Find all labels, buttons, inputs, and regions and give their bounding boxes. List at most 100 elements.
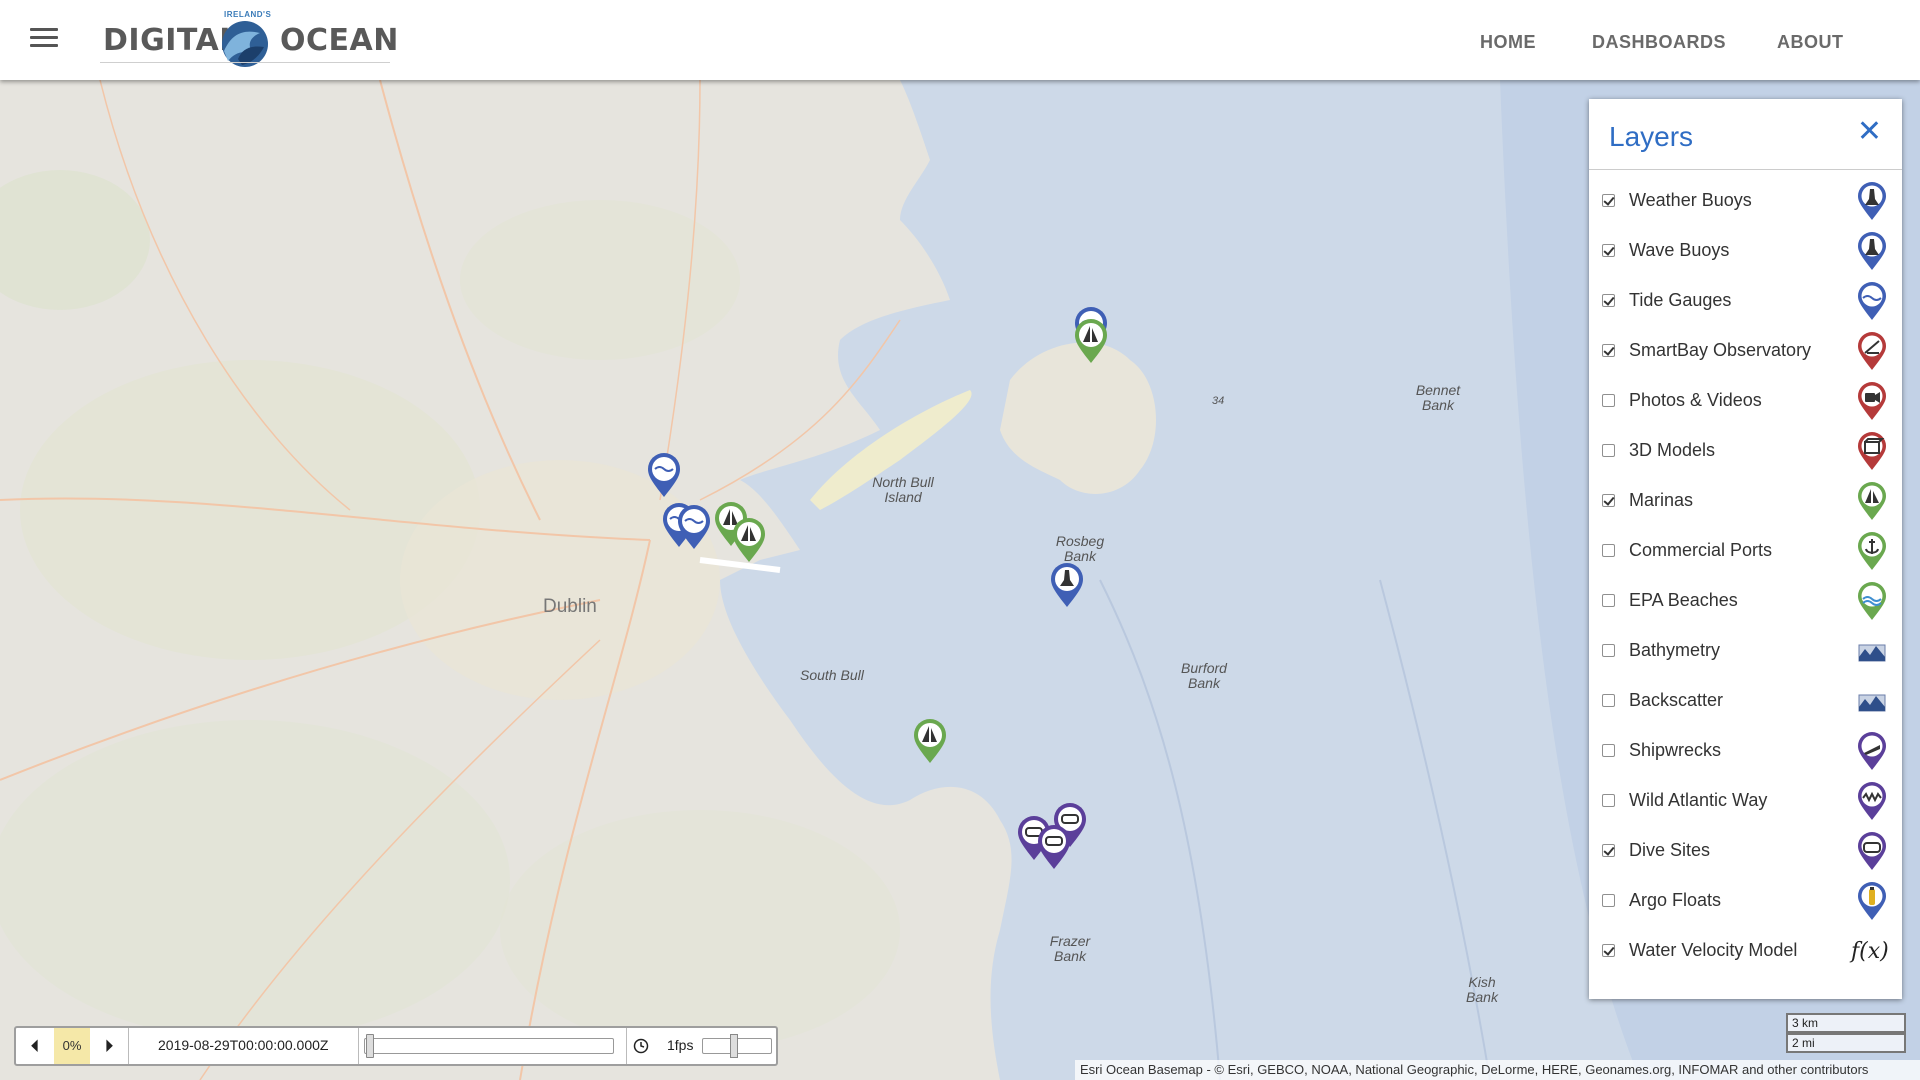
- layer-row[interactable]: SmartBay Observatory: [1589, 327, 1902, 377]
- layer-label: Commercial Ports: [1629, 540, 1773, 560]
- layer-row[interactable]: Weather Buoys: [1589, 177, 1902, 227]
- layer-checkbox[interactable]: [1602, 544, 1615, 557]
- layers-panel-divider: [1589, 169, 1902, 170]
- layers-panel: Layers ✕ Weather Buoys Wave Buoys Tide Gau…: [1589, 99, 1902, 999]
- layer-label: Marinas: [1629, 490, 1694, 510]
- buoy-marker[interactable]: [1049, 562, 1085, 608]
- map-label-kish-bank: Kish Bank: [1466, 974, 1498, 1005]
- map-label-north-bull-island: North Bull Island: [872, 474, 934, 505]
- layer-checkbox[interactable]: [1602, 944, 1615, 957]
- logo-small-text: IRELAND'S: [224, 10, 272, 19]
- timebar-divider: [626, 1028, 627, 1064]
- layer-row[interactable]: Wave Buoys: [1589, 227, 1902, 277]
- timebar-divider: [128, 1028, 129, 1064]
- layer-row[interactable]: Photos & Videos: [1589, 377, 1902, 427]
- clock-icon: [633, 1038, 649, 1054]
- tide-gauge-marker[interactable]: [646, 452, 682, 498]
- map-label-depth: 34: [1212, 395, 1225, 407]
- buoy-icon: [1857, 181, 1887, 221]
- marina-marker[interactable]: [912, 718, 948, 764]
- 3d-model-icon: [1857, 431, 1887, 471]
- digital-ocean-logo[interactable]: IRELAND'S DIGITAL OCEAN: [100, 8, 398, 70]
- layer-row[interactable]: 3D Models: [1589, 427, 1902, 477]
- layer-label: Weather Buoys: [1629, 190, 1752, 210]
- layer-checkbox[interactable]: [1602, 894, 1615, 907]
- layer-checkbox[interactable]: [1602, 794, 1615, 807]
- nav-home[interactable]: HOME: [1480, 32, 1536, 53]
- marina-marker[interactable]: [1073, 318, 1109, 364]
- fps-slider-handle[interactable]: [730, 1034, 738, 1058]
- logo-left-text: DIGITAL: [103, 23, 239, 58]
- scale-km: 3 km: [1786, 1013, 1906, 1033]
- layer-row[interactable]: Wild Atlantic Way: [1589, 777, 1902, 827]
- layer-row[interactable]: Marinas: [1589, 477, 1902, 527]
- current-datetime: 2019-08-29T00:00:00.000Z: [158, 1037, 329, 1053]
- layer-label: Wild Atlantic Way: [1629, 790, 1768, 810]
- layer-label: Wave Buoys: [1629, 240, 1730, 260]
- nav-about[interactable]: ABOUT: [1777, 32, 1844, 53]
- layer-checkbox[interactable]: [1602, 494, 1615, 507]
- layer-row[interactable]: Shipwrecks: [1589, 727, 1902, 777]
- layer-checkbox[interactable]: [1602, 744, 1615, 757]
- tide-gauge-marker[interactable]: [676, 504, 712, 550]
- layer-checkbox[interactable]: [1602, 294, 1615, 307]
- fps-value: 1fps: [667, 1037, 694, 1053]
- layer-label: Dive Sites: [1629, 840, 1711, 860]
- backscatter-icon: [1857, 681, 1887, 721]
- argo-float-icon: [1857, 881, 1887, 921]
- layer-row[interactable]: Dive Sites: [1589, 827, 1902, 877]
- close-icon[interactable]: ✕: [1857, 117, 1882, 147]
- layer-checkbox[interactable]: [1602, 194, 1615, 207]
- layer-row[interactable]: Argo Floats: [1589, 877, 1902, 927]
- map-label-burford-bank: Burford Bank: [1181, 660, 1227, 691]
- layer-checkbox[interactable]: [1602, 594, 1615, 607]
- layer-row[interactable]: Water Velocity Model f(x): [1589, 927, 1902, 977]
- layer-row[interactable]: EPA Beaches: [1589, 577, 1902, 627]
- map-label-bennet-bank: Bennet Bank: [1415, 382, 1461, 413]
- scale-mi: 2 mi: [1786, 1033, 1906, 1053]
- time-slider[interactable]: [364, 1038, 614, 1054]
- time-slider-handle[interactable]: [366, 1034, 374, 1058]
- map-scale: 3 km 2 mi: [1786, 1013, 1906, 1053]
- layer-row[interactable]: Commercial Ports: [1589, 527, 1902, 577]
- progress-percent: 0%: [54, 1028, 90, 1064]
- observatory-icon: [1857, 331, 1887, 371]
- marina-marker[interactable]: [731, 517, 767, 563]
- logo-underline: [100, 62, 390, 63]
- map-label-rosbeg-bank: Rosbeg Bank: [1055, 533, 1105, 564]
- anchor-icon: [1857, 531, 1887, 571]
- layer-label: SmartBay Observatory: [1629, 340, 1812, 360]
- layer-label: 3D Models: [1629, 440, 1716, 460]
- beach-icon: [1857, 581, 1887, 621]
- layer-checkbox[interactable]: [1602, 444, 1615, 457]
- function-icon: f(x): [1851, 939, 1889, 964]
- layer-label: Argo Floats: [1629, 890, 1722, 910]
- logo-right-text: OCEAN: [280, 23, 399, 58]
- layer-checkbox[interactable]: [1602, 694, 1615, 707]
- dive-mask-icon: [1857, 831, 1887, 871]
- layer-row[interactable]: Bathymetry: [1589, 627, 1902, 677]
- dive-site-marker[interactable]: [1036, 824, 1072, 870]
- layer-label: Photos & Videos: [1629, 390, 1762, 410]
- layer-row[interactable]: Tide Gauges: [1589, 277, 1902, 327]
- layer-label: Tide Gauges: [1629, 290, 1732, 310]
- buoy-icon: [1857, 231, 1887, 271]
- layer-checkbox[interactable]: [1602, 244, 1615, 257]
- wave-icon: [1857, 281, 1887, 321]
- layer-checkbox[interactable]: [1602, 844, 1615, 857]
- camera-icon: [1857, 381, 1887, 421]
- step-back-icon[interactable]: ⏴: [16, 1028, 54, 1064]
- map-label-dublin: Dublin: [543, 596, 597, 617]
- layer-checkbox[interactable]: [1602, 394, 1615, 407]
- layer-label: Shipwrecks: [1629, 740, 1722, 760]
- bathymetry-icon: [1857, 631, 1887, 671]
- top-navigation-bar: IRELAND'S DIGITAL OCEAN HOME DASHBOARDS …: [0, 0, 1920, 80]
- layer-checkbox[interactable]: [1602, 644, 1615, 657]
- layer-row[interactable]: Backscatter: [1589, 677, 1902, 727]
- layer-label: Backscatter: [1629, 690, 1724, 710]
- nav-dashboards[interactable]: DASHBOARDS: [1592, 32, 1726, 53]
- layer-checkbox[interactable]: [1602, 344, 1615, 357]
- time-animation-control: ⏴ 0% ⏵ 2019-08-29T00:00:00.000Z 1fps: [14, 1026, 778, 1066]
- step-forward-icon[interactable]: ⏵: [90, 1028, 128, 1064]
- hamburger-menu-icon[interactable]: [30, 28, 58, 50]
